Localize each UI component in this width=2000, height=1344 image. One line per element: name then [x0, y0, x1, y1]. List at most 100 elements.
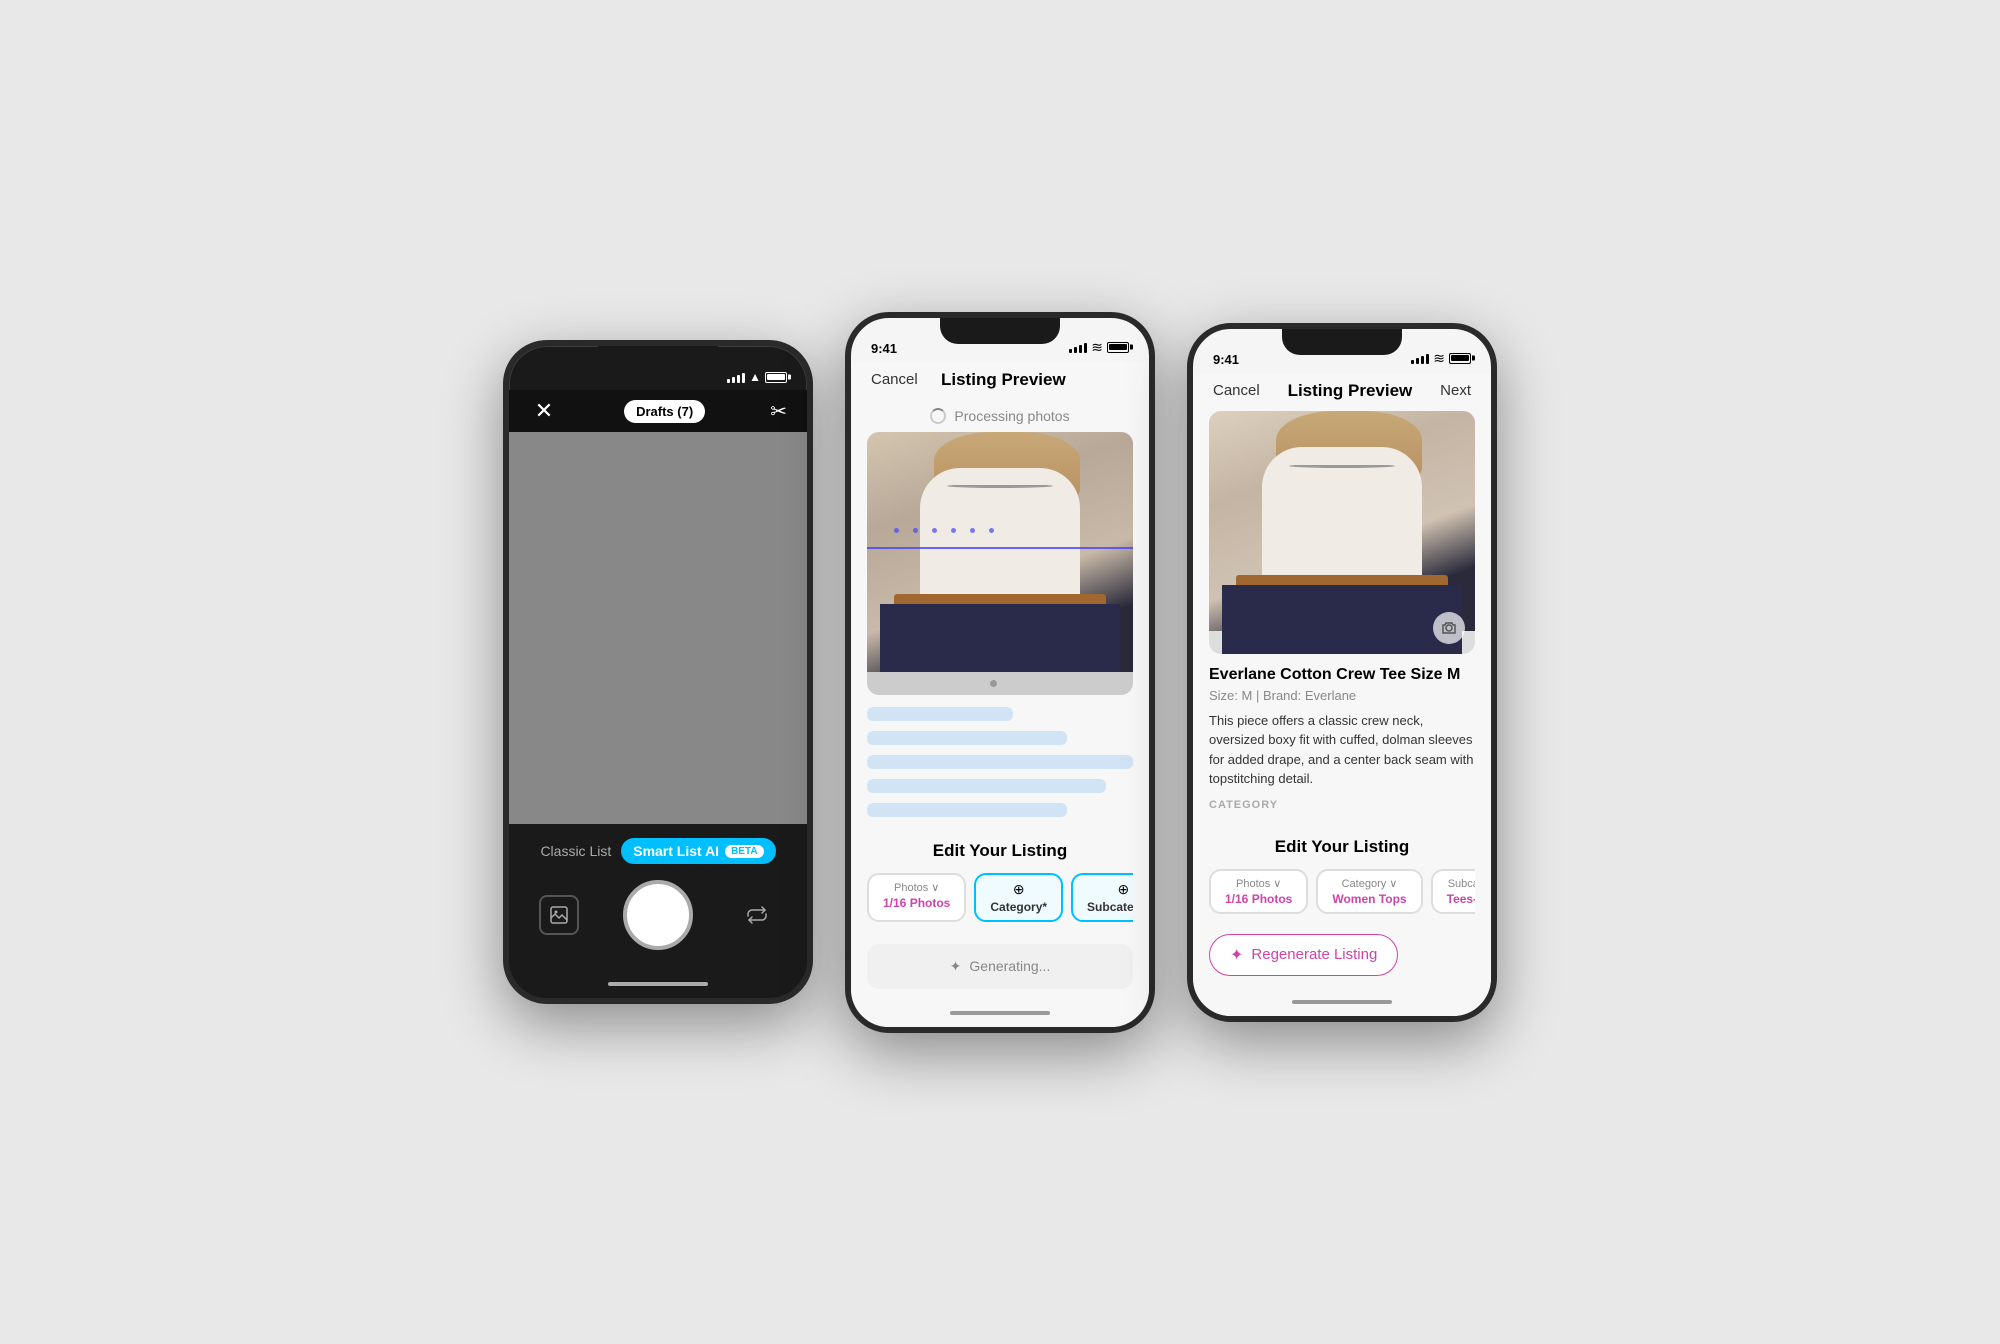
camera-viewfinder: Take a front photo — [509, 432, 807, 824]
flip-camera-button[interactable] — [737, 895, 777, 935]
battery-icon-3 — [1449, 353, 1471, 364]
edit-listing-section-3: Edit Your Listing Photos ∨ 1/16 Photos C… — [1193, 825, 1491, 926]
wifi-icon-3: ≋ — [1433, 350, 1445, 367]
home-indicator-3 — [1193, 988, 1491, 1016]
status-icons-2: ≋ — [1069, 339, 1129, 356]
product-title: Everlane Cotton Crew Tee Size M — [1209, 666, 1475, 684]
photo-dot-inactive — [1003, 680, 1010, 687]
tab3-category-value: Women Tops — [1332, 892, 1406, 906]
scan-dots — [894, 528, 1107, 533]
next-button-3[interactable]: Next — [1440, 382, 1471, 399]
skeleton-line-3 — [867, 755, 1133, 769]
edit-listing-section-2: Edit Your Listing Photos ∨ 1/16 Photos ⊕… — [851, 829, 1149, 934]
drafts-badge[interactable]: Drafts (7) — [624, 400, 705, 423]
skeleton-line-2 — [867, 731, 1067, 745]
home-indicator-1 — [509, 970, 807, 998]
tab3-photos-label: Photos ∨ — [1225, 877, 1292, 890]
nav-bar-2: Cancel Listing Preview — [851, 362, 1149, 400]
regenerate-sparkle-icon: ✦ — [1230, 945, 1243, 965]
notch-1 — [598, 346, 718, 372]
camera-corner-button[interactable] — [1433, 612, 1465, 644]
tab3-subcategory-value: Tees- Short... — [1447, 892, 1475, 906]
listing-mode-row: Classic List Smart List AI BETA — [529, 838, 787, 864]
listing-info: Everlane Cotton Crew Tee Size M Size: M … — [1193, 654, 1491, 825]
battery-icon-2 — [1107, 342, 1129, 353]
phones-container: ▲ ✕ Drafts (7) ✂ — [503, 312, 1497, 1033]
skeleton-line-5 — [867, 803, 1067, 817]
processing-banner: Processing photos — [851, 400, 1149, 432]
skeleton-line-1 — [867, 707, 1013, 721]
generating-text: Generating... — [969, 958, 1050, 974]
tab-subcategory-label: Subcategory — [1087, 900, 1133, 914]
edit-tabs-row-2: Photos ∨ 1/16 Photos ⊕ Category* ⊕ Subca… — [867, 873, 1133, 926]
scissors-button[interactable]: ✂ — [770, 399, 787, 424]
product-meta: Size: M | Brand: Everlane — [1209, 688, 1475, 703]
status-icons-3: ≋ — [1411, 350, 1471, 367]
edit-tab-photos-2[interactable]: Photos ∨ 1/16 Photos — [867, 873, 966, 922]
skeleton-line-4 — [867, 779, 1106, 793]
notch-2 — [940, 318, 1060, 344]
product-description: This piece offers a classic crew neck, o… — [1209, 711, 1475, 789]
shutter-button[interactable] — [623, 880, 693, 950]
generating-bar: ✦ Generating... — [867, 944, 1133, 989]
phone-processing: 9:41 ≋ Cancel Listing Preview — [845, 312, 1155, 1033]
tab3-photos-value: 1/16 Photos — [1225, 892, 1292, 906]
scan-line — [867, 547, 1133, 549]
category-label: CATEGORY — [1209, 799, 1475, 811]
flip-icon — [745, 903, 769, 927]
phone-camera: ▲ ✕ Drafts (7) ✂ — [503, 340, 813, 1004]
edit-tab-category-2[interactable]: ⊕ Category* — [974, 873, 1063, 922]
result-photo-bg — [1209, 411, 1475, 631]
sparkle-icon: ✦ — [950, 958, 962, 975]
cancel-button-2[interactable]: Cancel — [871, 371, 918, 388]
close-button[interactable]: ✕ — [529, 398, 559, 424]
classic-list-label[interactable]: Classic List — [540, 843, 611, 859]
edit-tab-subcategory-3[interactable]: Subcategory ∨ Tees- Short... — [1431, 869, 1475, 914]
camera-corner-icon — [1441, 620, 1457, 636]
signal-icon-2 — [1069, 341, 1087, 353]
edit-listing-title-3: Edit Your Listing — [1209, 837, 1475, 857]
nav-title-3: Listing Preview — [1288, 381, 1413, 401]
wifi-icon-2: ≋ — [1091, 339, 1103, 356]
category-icon: ⊕ — [990, 881, 1047, 898]
phone-result: 9:41 ≋ Cancel Listing Preview Next — [1187, 323, 1497, 1022]
processing-screen: Cancel Listing Preview Processing photos — [851, 362, 1149, 1027]
person-sim-2 — [867, 432, 1133, 672]
scrollable-content: Everlane Cotton Crew Tee Size M Size: M … — [1193, 411, 1491, 988]
edit-tab-photos-3[interactable]: Photos ∨ 1/16 Photos — [1209, 869, 1308, 914]
regenerate-label: Regenerate Listing — [1251, 946, 1377, 963]
gallery-button[interactable] — [539, 895, 579, 935]
camera-controls-row — [529, 880, 787, 950]
beta-badge: BETA — [725, 845, 763, 858]
subcategory-icon: ⊕ — [1087, 881, 1133, 898]
smart-list-badge[interactable]: Smart List AI BETA — [621, 838, 775, 864]
person-sim-3 — [1209, 411, 1475, 654]
result-screen: Cancel Listing Preview Next — [1193, 373, 1491, 1016]
processing-text: Processing photos — [954, 408, 1069, 424]
signal-icon-3 — [1411, 352, 1429, 364]
signal-icon-1 — [727, 371, 745, 383]
nav-bar-3: Cancel Listing Preview Next — [1193, 373, 1491, 411]
edit-listing-title-2: Edit Your Listing — [867, 841, 1133, 861]
wifi-icon-1: ▲ — [749, 370, 761, 384]
cancel-button-3[interactable]: Cancel — [1213, 382, 1260, 399]
nav-title-2: Listing Preview — [941, 370, 1066, 390]
camera-screen: ✕ Drafts (7) ✂ Take a front photo — [509, 390, 807, 970]
status-time-2: 9:41 — [871, 341, 897, 356]
edit-tab-subcategory-2[interactable]: ⊕ Subcategory — [1071, 873, 1133, 922]
camera-bottom: Classic List Smart List AI BETA — [509, 824, 807, 970]
smart-list-text: Smart List AI — [633, 843, 719, 859]
edit-tab-category-3[interactable]: Category ∨ Women Tops — [1316, 869, 1422, 914]
status-time-3: 9:41 — [1213, 352, 1239, 367]
tab-photos-label: Photos ∨ — [883, 881, 950, 894]
notch-3 — [1282, 329, 1402, 355]
tab-photos-value: 1/16 Photos — [883, 896, 950, 910]
tab3-subcategory-label: Subcategory ∨ — [1447, 877, 1475, 890]
regenerate-button[interactable]: ✦ Regenerate Listing — [1209, 934, 1398, 976]
listing-photo-area-2 — [867, 432, 1133, 695]
photo-dot-active — [990, 680, 997, 687]
photo-indicators-2 — [867, 672, 1133, 695]
tab-category-label: Category* — [990, 900, 1047, 914]
skeleton-loading-area — [851, 695, 1149, 829]
result-photo-area — [1209, 411, 1475, 654]
